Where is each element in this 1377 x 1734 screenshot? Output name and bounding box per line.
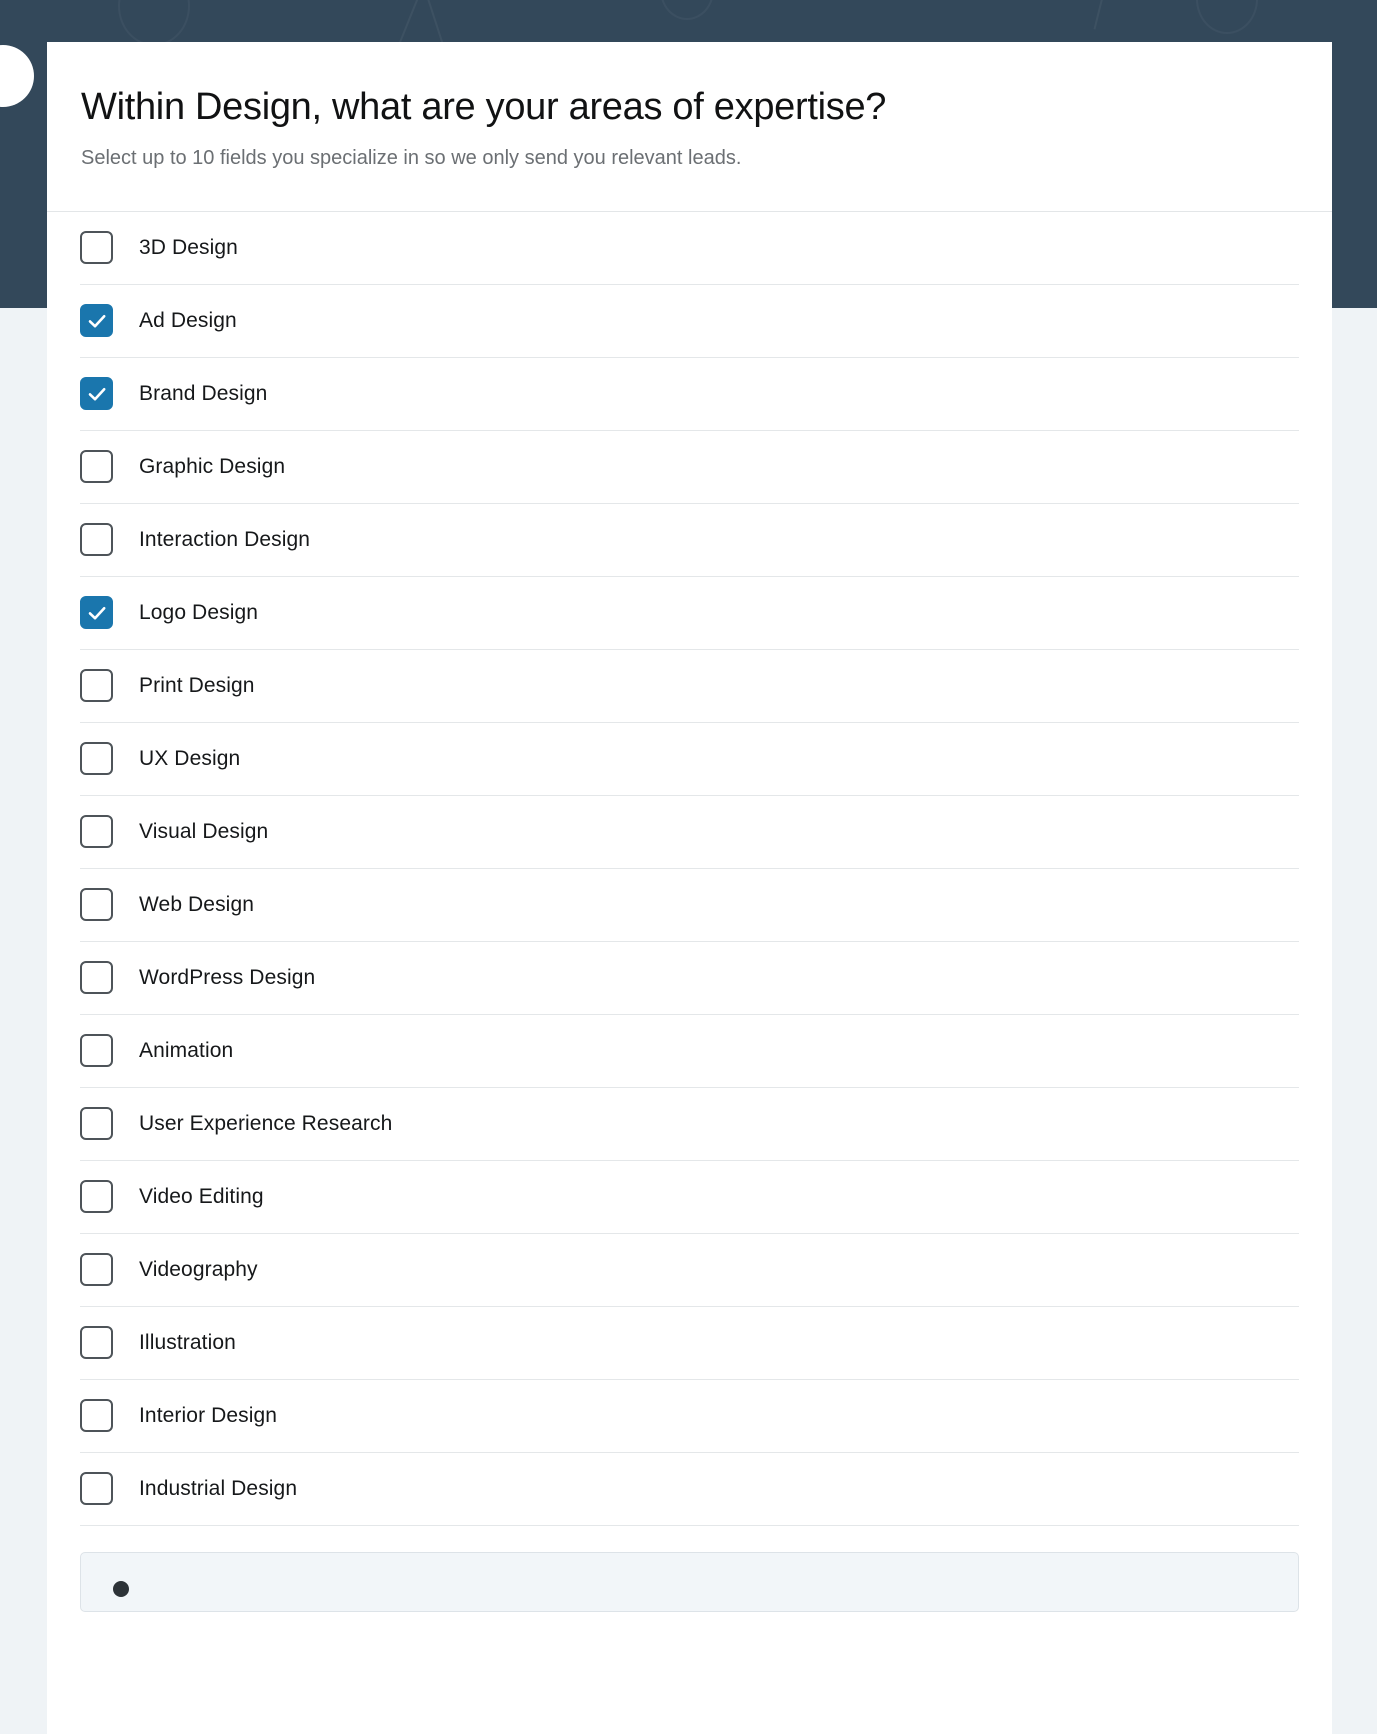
option-row[interactable]: Print Design <box>80 650 1299 723</box>
option-label: WordPress Design <box>139 965 316 989</box>
checkbox-unchecked-icon[interactable] <box>80 523 113 557</box>
checkbox-checked-icon[interactable] <box>80 596 113 630</box>
decorative-circle-icon <box>1196 0 1258 34</box>
option-label: Videography <box>139 1257 258 1281</box>
expertise-options-list: 3D Design Ad Design Brand Design Graphic De… <box>47 212 1332 1526</box>
decorative-line-icon <box>397 0 425 46</box>
checkbox-checked-icon[interactable] <box>80 304 113 338</box>
option-row[interactable]: Visual Design <box>80 796 1299 869</box>
option-label: User Experience Research <box>139 1111 393 1135</box>
modal-header: Within Design, what are your areas of ex… <box>47 42 1332 211</box>
decorative-line-icon <box>1093 0 1109 30</box>
checkbox-unchecked-icon[interactable] <box>80 742 113 776</box>
option-label: Print Design <box>139 673 255 697</box>
option-label: Interior Design <box>139 1403 278 1427</box>
option-row[interactable]: Illustration <box>80 1307 1299 1380</box>
option-label: Animation <box>139 1038 234 1062</box>
checkbox-unchecked-icon[interactable] <box>80 815 113 849</box>
decorative-circle-icon <box>118 0 190 46</box>
option-row[interactable]: WordPress Design <box>80 942 1299 1015</box>
checkbox-unchecked-icon[interactable] <box>80 1034 113 1068</box>
checkbox-unchecked-icon[interactable] <box>80 1253 113 1287</box>
modal-subtitle: Select up to 10 fields you specialize in… <box>81 146 742 169</box>
checkbox-unchecked-icon[interactable] <box>80 961 113 995</box>
option-label: Logo Design <box>139 600 259 624</box>
option-row[interactable]: Web Design <box>80 869 1299 942</box>
option-row[interactable]: Logo Design <box>80 577 1299 650</box>
option-label: Brand Design <box>139 381 268 405</box>
option-label: Visual Design <box>139 819 269 843</box>
option-label: Video Editing <box>139 1184 264 1208</box>
option-row[interactable]: Ad Design <box>80 285 1299 358</box>
option-row[interactable]: User Experience Research <box>80 1088 1299 1161</box>
page-title: Within Design, what are your areas of ex… <box>81 86 887 128</box>
option-label: Industrial Design <box>139 1476 298 1500</box>
checkbox-unchecked-icon[interactable] <box>80 1472 113 1506</box>
option-label: UX Design <box>139 746 241 770</box>
option-label: Interaction Design <box>139 527 311 551</box>
info-dot-icon <box>113 1580 129 1597</box>
option-row[interactable]: Interior Design <box>80 1380 1299 1453</box>
checkbox-unchecked-icon[interactable] <box>80 1326 113 1360</box>
checkbox-unchecked-icon[interactable] <box>80 450 113 484</box>
option-label: Ad Design <box>139 308 237 332</box>
decorative-line-icon <box>422 0 444 43</box>
option-row[interactable]: UX Design <box>80 723 1299 796</box>
option-row[interactable]: Videography <box>80 1234 1299 1307</box>
option-row[interactable]: Interaction Design <box>80 504 1299 577</box>
option-label: 3D Design <box>139 235 238 259</box>
option-row[interactable]: Animation <box>80 1015 1299 1088</box>
checkbox-checked-icon[interactable] <box>80 377 113 411</box>
option-row[interactable]: Graphic Design <box>80 431 1299 504</box>
option-label: Illustration <box>139 1330 236 1354</box>
option-label: Graphic Design <box>139 454 286 478</box>
decorative-circle-icon <box>660 0 714 20</box>
checkbox-unchecked-icon[interactable] <box>80 888 113 922</box>
expertise-modal: Within Design, what are your areas of ex… <box>47 42 1332 1734</box>
checkbox-unchecked-icon[interactable] <box>80 231 113 265</box>
checkbox-unchecked-icon[interactable] <box>80 1399 113 1433</box>
option-row[interactable]: Industrial Design <box>80 1453 1299 1526</box>
option-row[interactable]: Brand Design <box>80 358 1299 431</box>
bottom-info-panel[interactable] <box>80 1551 1299 1612</box>
checkbox-unchecked-icon[interactable] <box>80 1107 113 1141</box>
checkbox-unchecked-icon[interactable] <box>80 1180 113 1214</box>
option-row[interactable]: Video Editing <box>80 1161 1299 1234</box>
option-label: Web Design <box>139 892 255 916</box>
checkbox-unchecked-icon[interactable] <box>80 669 113 703</box>
option-row[interactable]: 3D Design <box>80 212 1299 285</box>
